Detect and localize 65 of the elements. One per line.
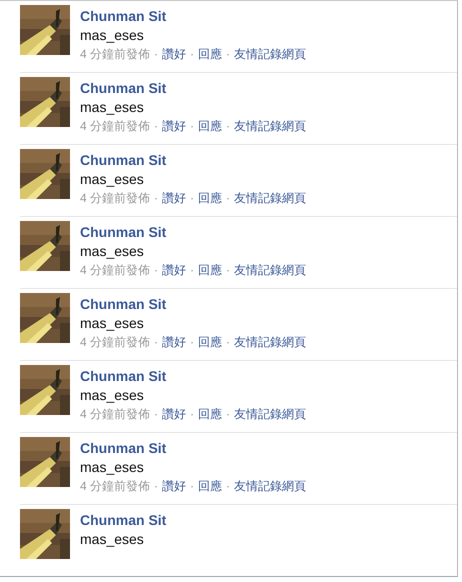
action-link[interactable]: 友情記錄網頁 [234,189,306,207]
separator-dot: · [190,262,194,279]
profile-name[interactable]: Chunman Sit [80,79,306,97]
profile-name[interactable]: Chunman Sit [80,223,306,241]
post-time: 4 分鐘前發佈 [80,190,150,207]
action-link[interactable]: 回應 [198,261,222,279]
separator-dot: · [154,334,158,351]
action-link[interactable]: 回應 [198,117,222,135]
separator-dot: · [154,262,158,279]
separator-dot: · [226,46,230,63]
action-link[interactable]: 友情記錄網頁 [234,261,306,279]
separator-dot: · [226,262,230,279]
separator-dot: · [154,406,158,423]
separator-dot: · [226,478,230,495]
status-text: mas_eses [80,242,145,261]
action-link[interactable]: 友情記錄網頁 [234,117,306,135]
action-link[interactable]: 回應 [198,477,222,495]
post-time: 4 分鐘前發佈 [80,478,150,495]
status-text: mas_eses [80,98,145,117]
status-text: mas_eses [80,170,145,189]
profile-name[interactable]: Chunman Sit [80,151,306,169]
action-link[interactable]: 回應 [198,189,222,207]
separator-dot: · [226,190,230,207]
action-link[interactable]: 讚好 [162,45,186,63]
action-link[interactable]: 讚好 [162,189,186,207]
action-link[interactable]: 回應 [198,45,222,63]
separator-dot: · [226,334,230,351]
status-text: mas_eses [80,26,145,45]
separator-dot: · [190,190,194,207]
post-time: 4 分鐘前發佈 [80,334,150,351]
action-link[interactable]: 讚好 [162,261,186,279]
profile-name[interactable]: Chunman Sit [80,367,306,385]
action-link[interactable]: 讚好 [162,477,186,495]
action-link[interactable]: 讚好 [162,405,186,423]
profile-name[interactable]: Chunman Sit [80,511,166,529]
separator-dot: · [190,406,194,423]
status-text: mas_eses [80,386,145,405]
status-text: mas_eses [80,314,145,333]
action-link[interactable]: 回應 [198,405,222,423]
profile-name[interactable]: Chunman Sit [80,295,306,313]
separator-dot: · [190,46,194,63]
post-time: 4 分鐘前發佈 [80,262,150,279]
action-link[interactable]: 讚好 [162,117,186,135]
separator-dot: · [154,118,158,135]
separator-dot: · [190,118,194,135]
status-text: mas_eses [80,530,145,549]
post-time: 4 分鐘前發佈 [80,406,150,423]
separator-dot: · [154,46,158,63]
action-link[interactable]: 讚好 [162,333,186,351]
action-link[interactable]: 友情記錄網頁 [234,333,306,351]
post-time: 4 分鐘前發佈 [80,118,150,135]
post-time: 4 分鐘前發佈 [80,46,150,63]
action-link[interactable]: 友情記錄網頁 [234,477,306,495]
separator-dot: · [226,118,230,135]
separator-dot: · [154,478,158,495]
action-link[interactable]: 回應 [198,333,222,351]
separator-dot: · [154,190,158,207]
action-link[interactable]: 友情記錄網頁 [234,45,306,63]
status-text: mas_eses [80,458,145,477]
action-link[interactable]: 友情記錄網頁 [234,405,306,423]
profile-name[interactable]: Chunman Sit [80,7,306,25]
profile-name[interactable]: Chunman Sit [80,439,306,457]
separator-dot: · [226,406,230,423]
separator-dot: · [190,478,194,495]
separator-dot: · [190,334,194,351]
